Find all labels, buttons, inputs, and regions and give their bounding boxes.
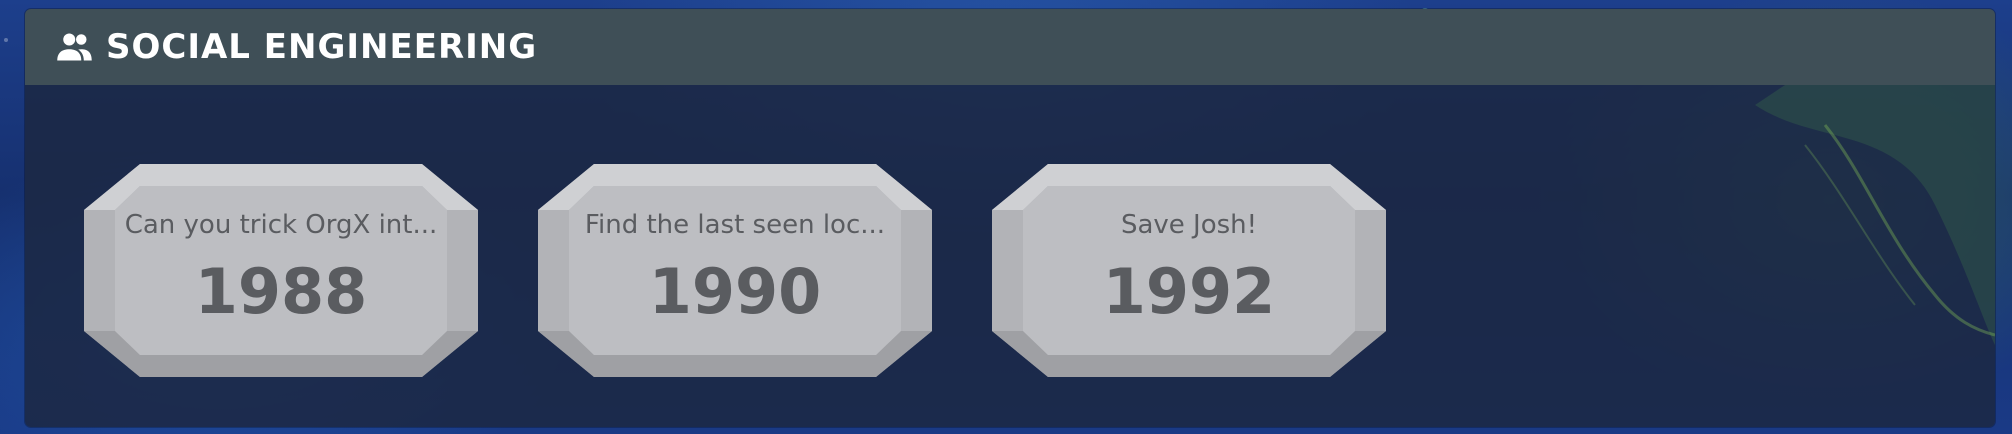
category-header: SOCIAL ENGINEERING bbox=[25, 9, 1995, 85]
category-title: SOCIAL ENGINEERING bbox=[106, 27, 538, 67]
challenge-title: Save Josh! bbox=[1120, 210, 1258, 240]
challenge-points: 1990 bbox=[648, 255, 822, 328]
group-icon bbox=[57, 33, 92, 61]
challenge-card[interactable]: Find the last seen loc... 1990 bbox=[538, 164, 932, 377]
challenge-card[interactable]: Can you trick OrgX int... 1988 bbox=[84, 164, 478, 377]
challenge-points: 1992 bbox=[1102, 255, 1276, 328]
challenge-title: Find the last seen loc... bbox=[584, 210, 886, 240]
challenge-card[interactable]: Save Josh! 1992 bbox=[992, 164, 1386, 377]
category-panel: SOCIAL ENGINEERING Can you trick OrgX in… bbox=[25, 9, 1995, 427]
challenge-list: Can you trick OrgX int... 1988 Find the … bbox=[25, 85, 1995, 427]
challenge-points: 1988 bbox=[194, 255, 368, 328]
challenge-title: Can you trick OrgX int... bbox=[124, 210, 438, 240]
background-decoration bbox=[1755, 85, 1995, 345]
